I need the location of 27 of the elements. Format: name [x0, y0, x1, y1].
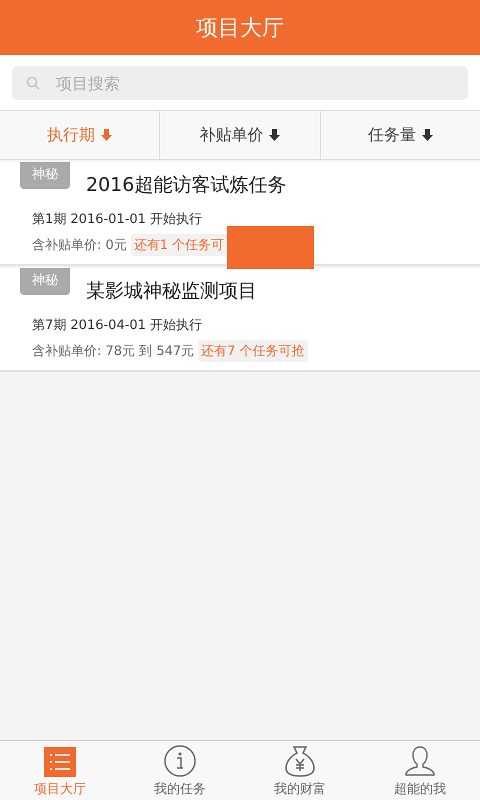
- project-title[interactable]: 2016超能访客试炼任务: [86, 162, 480, 198]
- subsidy-price: 含补贴单价: 78元 到 547元: [32, 343, 194, 360]
- remaining-tasks: 还有7 个任务可抢: [198, 340, 308, 362]
- tab-item[interactable]: 项目大厅: [0, 741, 120, 800]
- mystery-tag: 神秘: [20, 162, 70, 189]
- search-field[interactable]: 项目搜索: [12, 66, 468, 100]
- project-period: 第1期 2016-01-01 开始执行: [32, 211, 204, 228]
- down-arrow-icon: [422, 129, 433, 141]
- money-bag-icon: [284, 745, 316, 777]
- subsidy-price: 含补贴单价: 0元: [32, 237, 127, 254]
- sort-option[interactable]: 任务量: [320, 111, 480, 159]
- down-arrow-icon: [269, 129, 280, 141]
- project-period: 第7期 2016-04-01 开始执行: [32, 317, 204, 334]
- list-icon: [44, 747, 76, 777]
- info-icon: [164, 745, 196, 777]
- remaining-tasks: 还有1 个任务可: [130, 234, 228, 256]
- tab-item[interactable]: 超能的我: [360, 741, 480, 800]
- page-title: 项目大厅: [196, 14, 284, 42]
- person-icon: [405, 745, 435, 777]
- tab-item[interactable]: 我的财富: [240, 741, 360, 800]
- search-icon: [26, 76, 40, 90]
- sort-option[interactable]: 补贴单价: [159, 111, 320, 159]
- project-title[interactable]: 某影城神秘监测项目: [86, 268, 480, 304]
- down-arrow-icon: [101, 129, 112, 141]
- sort-option[interactable]: 执行期: [0, 111, 160, 159]
- mystery-tag: 神秘: [20, 268, 70, 295]
- tab-item[interactable]: 我的任务: [120, 741, 240, 800]
